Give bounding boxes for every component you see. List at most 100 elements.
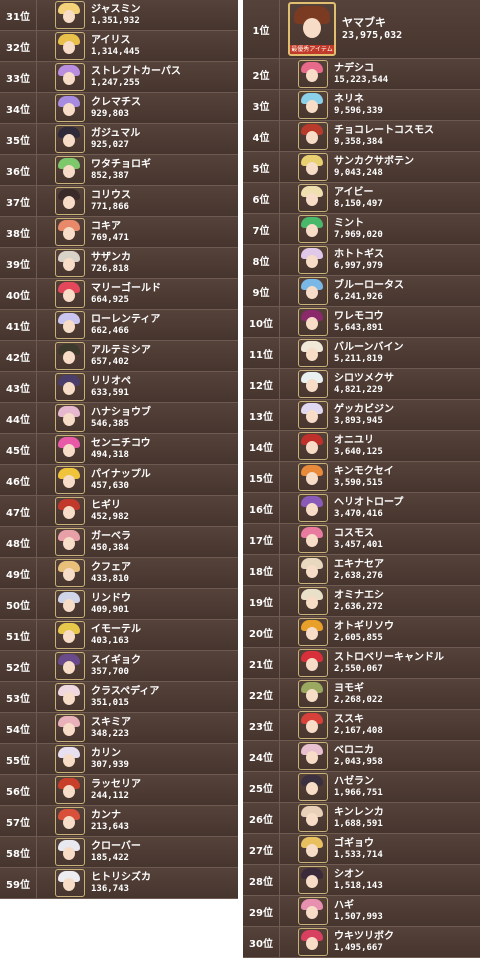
character-portrait: [298, 215, 328, 243]
rank-label: 40位: [0, 279, 37, 309]
ranking-row: 21位 ストロベリーキャンドル 2,550,067: [243, 648, 480, 679]
rank-label: 2位: [243, 59, 280, 89]
entry-info: ストロベリーキャンドル 2,550,067: [334, 652, 444, 674]
vote-count: 9,596,339: [334, 105, 383, 116]
character-name: サンカクサボテン: [334, 156, 414, 168]
vote-count: 633,591: [91, 387, 129, 398]
entry-info: シオン 1,518,143: [334, 869, 383, 891]
portrait-face: [63, 475, 75, 488]
ranking-row: 30位 ウキツリボク 1,495,667: [243, 927, 480, 958]
entry-info: ワレモコウ 5,643,891: [334, 311, 384, 333]
ranking-column-left: 31位 ジャスミン 1,351,932 32位 アイリス 1,314,445 33位 ストレプ…: [0, 0, 238, 899]
rank-label: 21位: [243, 648, 280, 678]
rank-label: 5位: [243, 152, 280, 182]
rank-label: 58位: [0, 837, 37, 867]
entry-info: イモーテル 403,163: [91, 624, 141, 646]
entry-info: オミナエシ 2,636,272: [334, 590, 384, 612]
portrait-face: [306, 782, 318, 795]
portrait-face: [63, 506, 75, 519]
vote-count: 136,743: [91, 883, 129, 894]
portrait-face: [63, 196, 75, 209]
ranking-row: 10位 ワレモコウ 5,643,891: [243, 307, 480, 338]
character-name: アルテミシア: [91, 345, 151, 357]
entry-info: ネリネ 9,596,339: [334, 94, 383, 116]
rank-label: 36位: [0, 155, 37, 185]
rank-label: 32位: [0, 31, 37, 61]
rank-label: 35位: [0, 124, 37, 154]
portrait-face: [63, 568, 75, 581]
vote-count: 771,866: [91, 201, 129, 212]
ranking-row: 29位 ハギ 1,507,993: [243, 896, 480, 927]
character-portrait: [298, 556, 328, 584]
character-name: ストロベリーキャンドル: [334, 652, 444, 664]
entry-info: コキア 769,471: [91, 221, 129, 243]
character-name: ガジュマル: [91, 128, 141, 140]
ranking-row: 27位 ゴギョウ 1,533,714: [243, 834, 480, 865]
character-portrait: [55, 652, 85, 680]
ranking-row: 50位 リンドウ 409,901: [0, 589, 238, 620]
entry-info: オニユリ 3,640,125: [334, 435, 383, 457]
character-portrait: [298, 153, 328, 181]
portrait-face: [63, 72, 75, 85]
character-portrait: [55, 342, 85, 370]
rank-label: 12位: [243, 369, 280, 399]
character-name: ゴギョウ: [334, 838, 374, 850]
character-portrait: [55, 311, 85, 339]
portrait-face: [63, 444, 75, 457]
entry-info: ゴギョウ 1,533,714: [334, 838, 383, 860]
entry-info: ガーベラ 450,384: [91, 531, 131, 553]
portrait-face: [63, 413, 75, 426]
character-name: コスモス: [334, 528, 374, 540]
vote-count: 23,975,032: [342, 29, 403, 41]
character-portrait: [298, 928, 328, 956]
entry-info: ローレンティア 662,466: [91, 314, 160, 336]
rank-label: 23位: [243, 710, 280, 740]
character-name: ゲッカビジン: [334, 404, 394, 416]
portrait-face: [306, 565, 318, 578]
character-portrait: [55, 32, 85, 60]
character-portrait: [55, 94, 85, 122]
entry-info: センニチコウ 494,318: [91, 438, 151, 460]
portrait-face: [306, 131, 318, 144]
ranking-row: 33位 ストレプトカーパス 1,247,255: [0, 62, 238, 93]
character-name: シオン: [334, 869, 364, 881]
character-name: ワレモコウ: [334, 311, 384, 323]
vote-count: 2,268,022: [334, 694, 383, 705]
entry-info: チョコレートコスモス 9,358,384: [334, 125, 434, 147]
character-name: カンナ: [91, 810, 121, 822]
rank-label: 47位: [0, 496, 37, 526]
ranking-row: 38位 コキア 769,471: [0, 217, 238, 248]
rank-label: 3位: [243, 90, 280, 120]
character-portrait: [298, 804, 328, 832]
vote-count: 2,636,272: [334, 601, 383, 612]
entry-info: アイリス 1,314,445: [91, 35, 140, 57]
portrait-face: [306, 317, 318, 330]
ranking-row: 59位 ヒトリシズカ 136,743: [0, 868, 238, 899]
character-portrait: [55, 497, 85, 525]
character-name: キンモクセイ: [334, 466, 394, 478]
character-name: ガーベラ: [91, 531, 131, 543]
rank-label: 14位: [243, 431, 280, 461]
character-portrait: [298, 91, 328, 119]
portrait-face: [306, 813, 318, 826]
rank-label: 33位: [0, 62, 37, 92]
character-name: ハナショウブ: [91, 407, 151, 419]
character-name: ローレンティア: [91, 314, 161, 326]
entry-info: ヤマブキ 23,975,032: [342, 16, 403, 41]
rank-label: 54位: [0, 713, 37, 743]
character-name: ハゼラン: [334, 776, 374, 788]
entry-info: ヘリオトロープ 3,470,416: [334, 497, 403, 519]
vote-count: 8,150,497: [334, 198, 383, 209]
character-name: バルーンバイン: [334, 342, 404, 354]
character-portrait: [298, 680, 328, 708]
ranking-row: 28位 シオン 1,518,143: [243, 865, 480, 896]
rank-label: 46位: [0, 465, 37, 495]
ranking-row: 16位 ヘリオトロープ 3,470,416: [243, 493, 480, 524]
character-portrait: [298, 432, 328, 460]
vote-count: 1,518,143: [334, 880, 383, 891]
portrait-face: [306, 658, 318, 671]
portrait-face: [63, 382, 75, 395]
character-portrait: [298, 866, 328, 894]
character-portrait: [55, 125, 85, 153]
character-name: コリウス: [91, 190, 131, 202]
